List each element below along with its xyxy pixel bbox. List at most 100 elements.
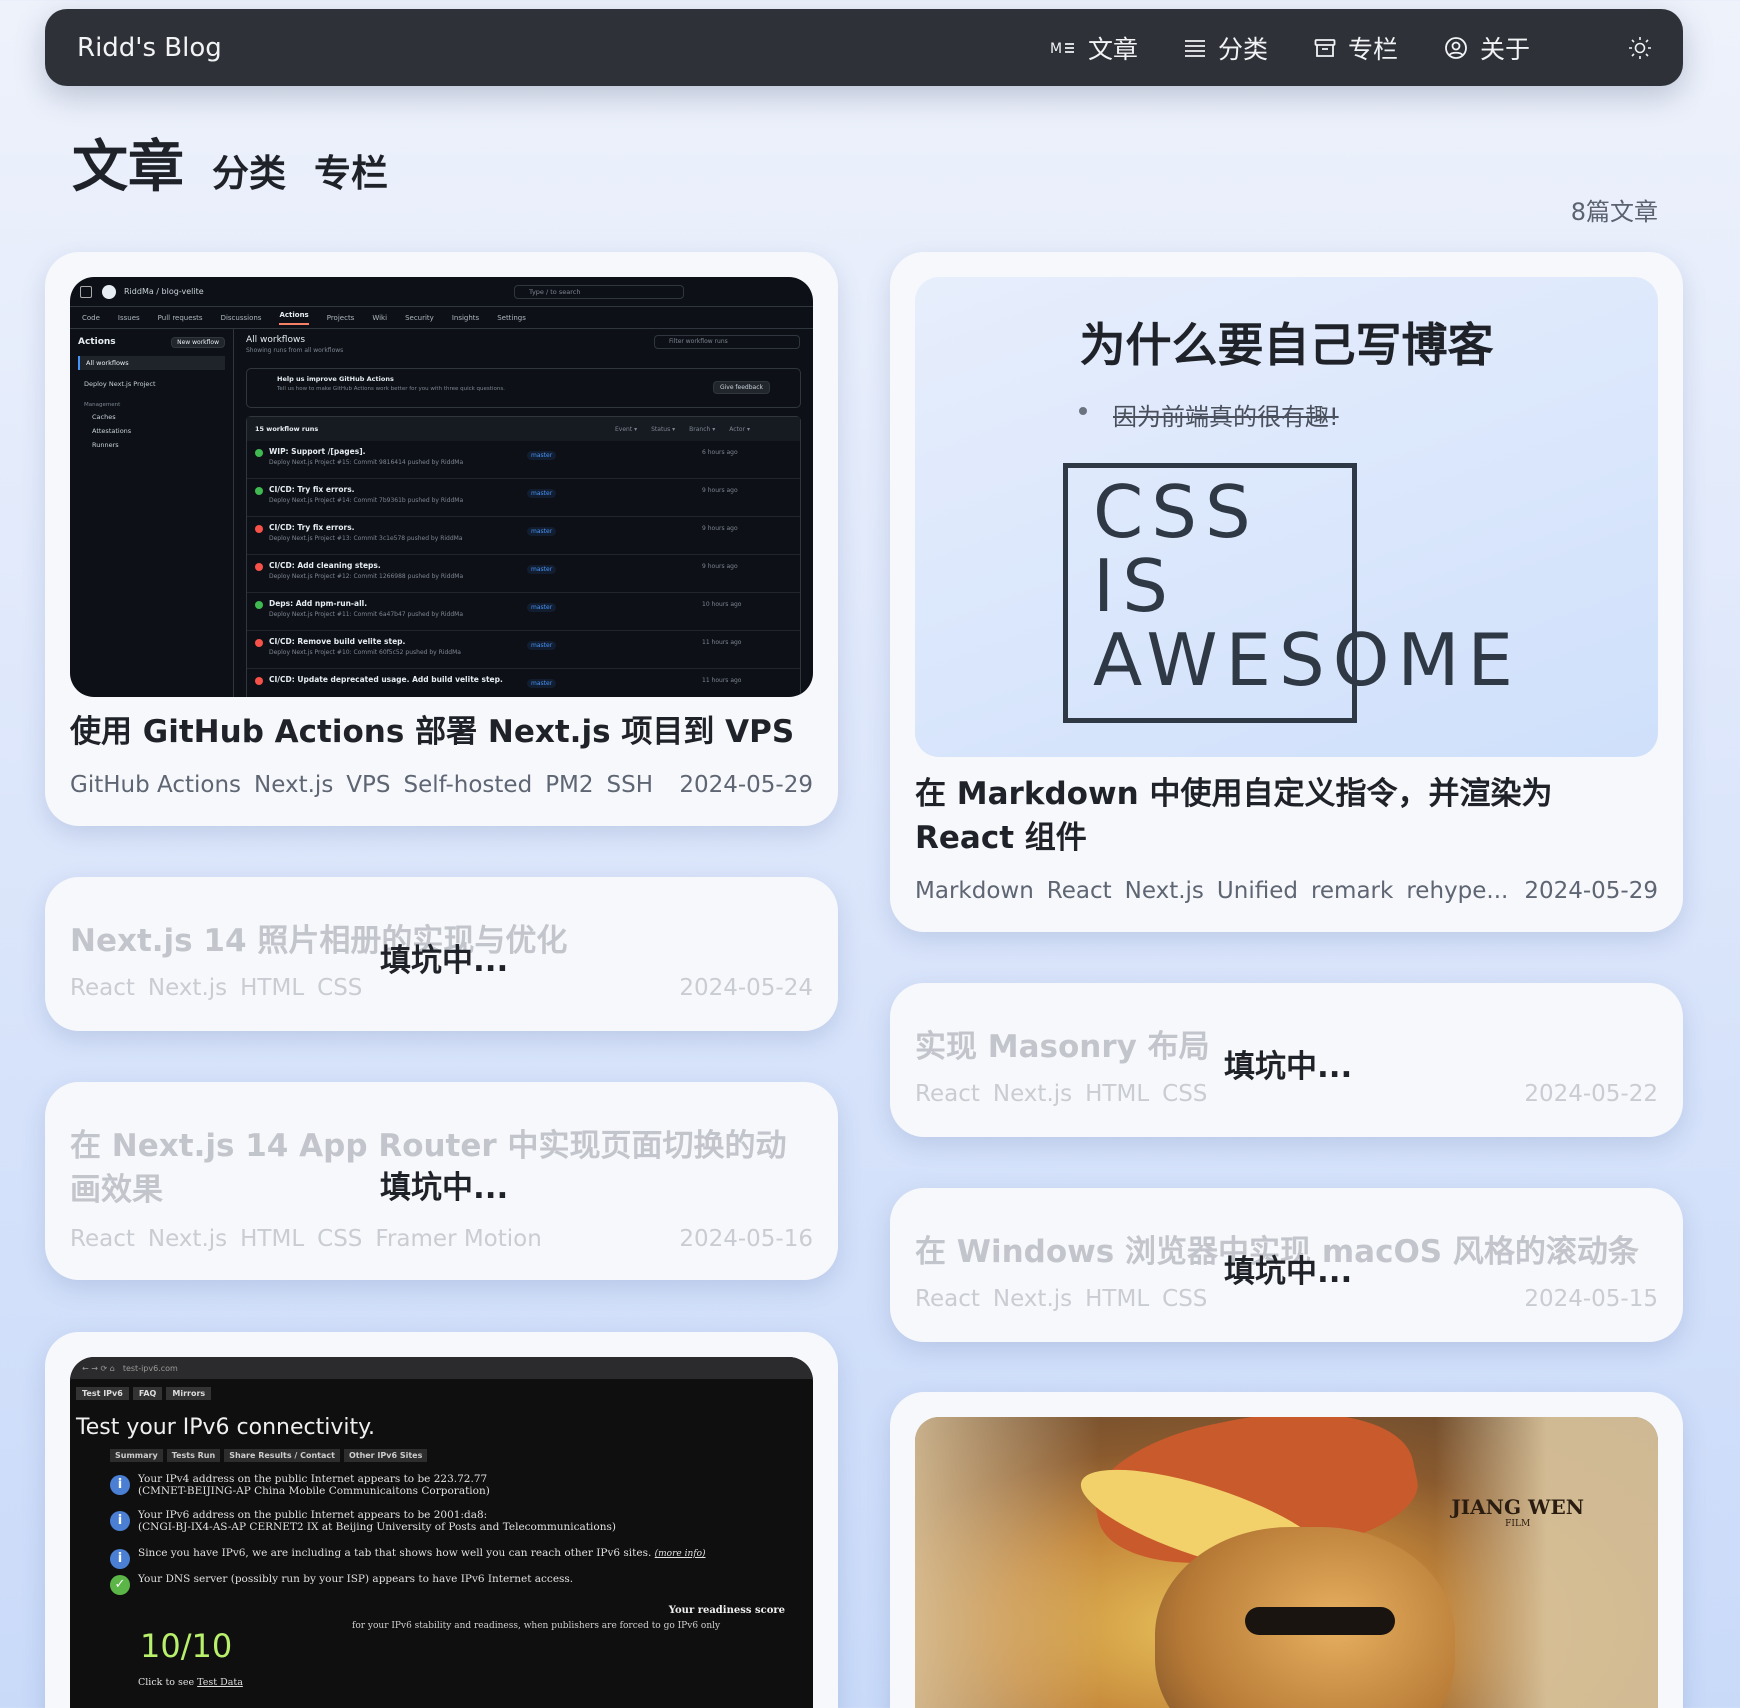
- top-navbar: Ridd's Blog M 文章 分类 专栏 关于: [45, 9, 1683, 86]
- repo-tab: Settings: [497, 313, 526, 322]
- run-subtitle: Deploy Next.js Project #14: Commit 7b936…: [269, 497, 464, 504]
- tag: CSS: [1162, 1286, 1208, 1312]
- article-title: 实现 Masonry 布局: [915, 1029, 1210, 1065]
- run-subtitle: Deploy Next.js Project #12: Commit 12669…: [269, 573, 464, 580]
- workflow-run-row: CI/CD: Try fix errors. Deploy Next.js Pro…: [247, 479, 800, 517]
- tag: HTML: [1085, 1286, 1150, 1312]
- run-filter: Actor ▾: [729, 425, 750, 433]
- info-icon: i: [110, 1475, 130, 1495]
- result-line: ✓ Your DNS server (possibly run by your I…: [110, 1573, 574, 1595]
- strike-text: 因为前端真的很有趣!: [1113, 403, 1339, 431]
- workflow-run-row: WIP: Support /[pages]. Deploy Next.js Pro…: [247, 441, 800, 479]
- article-tags: React Next.js HTML CSS: [915, 1081, 1220, 1107]
- run-branch: master: [527, 679, 557, 688]
- tag[interactable]: SSH: [607, 772, 654, 798]
- tab-columns[interactable]: 专栏: [314, 143, 388, 197]
- failure-icon: [255, 677, 263, 685]
- markdown-icon: M: [1050, 41, 1074, 57]
- article-title[interactable]: 在 Markdown 中使用自定义指令，并渲染为 React 组件: [915, 772, 1658, 860]
- bullet-dot: [1079, 407, 1087, 415]
- article-card-github-actions[interactable]: RiddMa / blog-velite Type / to search Co…: [45, 252, 838, 826]
- nav-link-categories[interactable]: 分类: [1184, 30, 1268, 66]
- article-date: 2024-05-29: [1524, 878, 1658, 904]
- tag[interactable]: rehype...: [1406, 878, 1508, 904]
- failure-icon: [255, 639, 263, 647]
- article-card-markdown[interactable]: 为什么要自己写博客 因为前端真的很有趣! CSS IS AWESOME 在 Ma…: [890, 252, 1683, 932]
- tag[interactable]: Self-hosted: [404, 772, 533, 798]
- article-title[interactable]: 使用 GitHub Actions 部署 Next.js 项目到 VPS: [70, 710, 794, 754]
- feedback-banner: Help us improve GitHub Actions Tell us h…: [246, 368, 801, 408]
- tag[interactable]: remark: [1311, 878, 1393, 904]
- run-subtitle: Deploy Next.js Project #15: Commit 98164…: [269, 459, 464, 466]
- article-card-masonry[interactable]: 实现 Masonry 布局 React Next.js HTML CSS 202…: [890, 983, 1683, 1137]
- article-card-photo-album[interactable]: Next.js 14 照片相册的实现与优化 React Next.js HTML…: [45, 877, 838, 1031]
- poster-logo-sub: FILM: [1505, 1519, 1531, 1529]
- github-logo-icon: [102, 284, 116, 299]
- tag[interactable]: Markdown: [915, 878, 1034, 904]
- user-circle-icon: [1445, 36, 1467, 59]
- new-workflow-button: New workflow: [171, 337, 225, 348]
- article-tags: React Next.js HTML CSS: [70, 975, 375, 1001]
- sun-icon[interactable]: [1627, 35, 1653, 61]
- run-time: 11 hours ago: [702, 677, 742, 684]
- svg-text:M: M: [1050, 41, 1062, 57]
- repo-tab: Projects: [326, 313, 355, 322]
- run-subtitle: Deploy Next.js Project #10: Commit 60f5c…: [269, 649, 461, 656]
- tag[interactable]: Unified: [1217, 878, 1298, 904]
- result-line: i Since you have IPv6, we are including a…: [110, 1547, 706, 1569]
- run-branch: master: [527, 641, 557, 650]
- article-card-page-transition[interactable]: 在 Next.js 14 App Router 中实现页面切换的动画效果 Rea…: [45, 1082, 838, 1280]
- tab-articles[interactable]: 文章: [72, 122, 184, 203]
- check-icon: ✓: [110, 1575, 130, 1595]
- tag[interactable]: PM2: [545, 772, 593, 798]
- repo-tab: Discussions: [220, 313, 262, 322]
- article-card-scrollbar[interactable]: 在 Windows 浏览器中实现 macOS 风格的滚动条 React Next…: [890, 1188, 1683, 1342]
- run-time: 9 hours ago: [702, 563, 738, 570]
- nav-link-columns[interactable]: 专栏: [1314, 30, 1398, 66]
- run-filter: Branch ▾: [689, 425, 716, 433]
- nav-link-about[interactable]: 关于: [1444, 30, 1530, 66]
- browser-bar: ← → ⟳ ⌂ test-ipv6.com: [70, 1357, 813, 1379]
- tag: Framer Motion: [375, 1226, 542, 1252]
- result-tab: Tests Run: [166, 1449, 221, 1462]
- article-count: 8篇文章: [1570, 198, 1658, 226]
- tag: React: [915, 1286, 980, 1312]
- list-icon: [1185, 39, 1206, 57]
- repo-path: RiddMa / blog-velite: [124, 287, 204, 296]
- poster-logo: JIANG WEN FILM: [1451, 1495, 1584, 1529]
- result-text: Your DNS server (possibly run by your IS…: [138, 1573, 574, 1585]
- repo-tab: Security: [405, 313, 434, 322]
- runs-table: 15 workflow runs Event ▾ Status ▾ Branch…: [246, 416, 801, 697]
- success-icon: [255, 601, 263, 609]
- article-card-film-poster[interactable]: JIANG WEN FILM: [890, 1392, 1683, 1708]
- sidebar-item: Runners: [92, 441, 119, 449]
- article-card-ipv6[interactable]: ← → ⟳ ⌂ test-ipv6.com Test IPv6 FAQ Mirr…: [45, 1332, 838, 1708]
- browser-url: test-ipv6.com: [122, 1363, 178, 1373]
- browser-nav-icons: ← → ⟳ ⌂: [82, 1363, 115, 1373]
- result-line: i Your IPv6 address on the public Interne…: [110, 1509, 616, 1533]
- run-branch: master: [527, 489, 557, 498]
- run-filter: Event ▾: [615, 425, 638, 433]
- tag: React: [915, 1081, 980, 1107]
- github-main: All workflows Showing runs from all work…: [246, 335, 801, 697]
- tag[interactable]: React: [1047, 878, 1112, 904]
- tag: HTML: [240, 975, 305, 1001]
- failure-icon: [255, 525, 263, 533]
- brand-link[interactable]: Ridd's Blog: [77, 33, 222, 63]
- tag[interactable]: Next.js: [1125, 878, 1204, 904]
- sidebar-item: Deploy Next.js Project: [84, 380, 156, 388]
- github-screenshot: RiddMa / blog-velite Type / to search Co…: [70, 277, 813, 697]
- tag[interactable]: Next.js: [254, 772, 333, 798]
- run-branch: master: [527, 603, 557, 612]
- result-text: Your IPv4 address on the public Internet…: [138, 1473, 488, 1485]
- article-date: 2024-05-16: [679, 1226, 813, 1252]
- tag[interactable]: VPS: [346, 772, 390, 798]
- nav-link-articles[interactable]: M 文章: [1050, 30, 1138, 66]
- article-cover: RiddMa / blog-velite Type / to search Co…: [70, 277, 813, 697]
- tab-categories[interactable]: 分类: [212, 143, 286, 197]
- tag: HTML: [1085, 1081, 1150, 1107]
- poster-sunglasses: [1245, 1607, 1395, 1635]
- tag[interactable]: GitHub Actions: [70, 772, 241, 798]
- result-line: i Your IPv4 address on the public Interne…: [110, 1473, 490, 1497]
- workflow-run-row: CI/CD: Add cleaning steps. Deploy Next.js…: [247, 555, 800, 593]
